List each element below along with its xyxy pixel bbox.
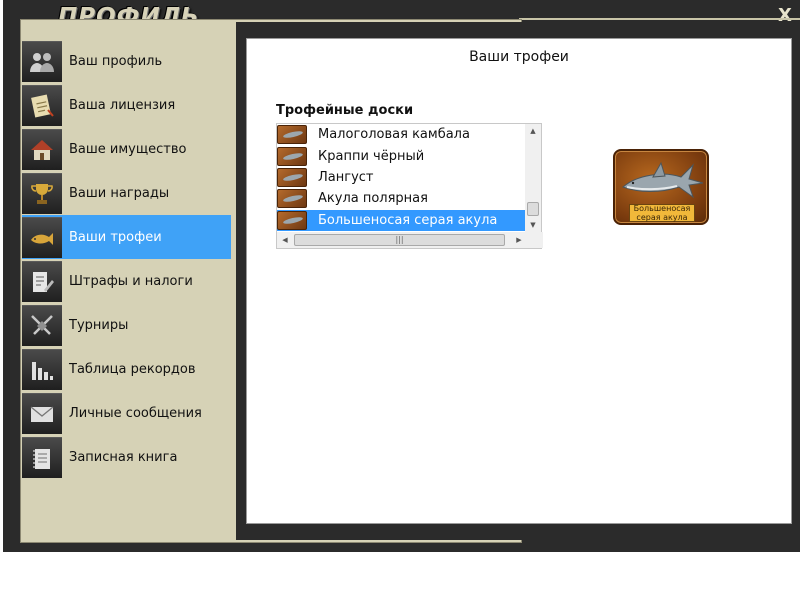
- menu-item-awards[interactable]: Ваши награды: [22, 171, 231, 215]
- envelope-icon: [22, 392, 62, 434]
- vertical-scrollbar[interactable]: ▲ ▼: [525, 124, 541, 232]
- trophy-thumbnail-icon: [277, 189, 307, 209]
- users-icon: [22, 40, 62, 82]
- menu-label: Ваши трофеи: [69, 229, 162, 245]
- scroll-up-icon[interactable]: ▲: [525, 124, 541, 138]
- menu-label: Личные сообщения: [69, 405, 202, 421]
- trophy-plaque-preview: Большеносая серая акула: [613, 149, 709, 225]
- menu-label: Ваше имущество: [69, 141, 187, 157]
- scrollbar-corner: [527, 232, 543, 248]
- notebook-icon: [22, 436, 62, 478]
- list-item-label: Лангуст: [318, 169, 374, 185]
- list-item-label: Акула полярная: [318, 191, 428, 207]
- menu-item-tournaments[interactable]: Турниры: [22, 303, 231, 347]
- trophy-thumbnail-icon: [277, 125, 307, 145]
- menu-label: Таблица рекордов: [69, 361, 196, 377]
- license-icon: [22, 84, 62, 126]
- list-item-label: Малоголовая камбала: [318, 127, 470, 143]
- trophy-boards-title: Трофейные доски: [276, 103, 414, 118]
- menu-item-property[interactable]: Ваше имущество: [22, 127, 231, 171]
- list-item-label: Большеносая серая акула: [318, 212, 498, 228]
- list-item[interactable]: Акула полярная: [277, 188, 527, 209]
- trophies-content: Ваши трофеи Трофейные доски Малоголовая …: [246, 38, 792, 524]
- menu-item-profile[interactable]: Ваш профиль: [22, 39, 231, 83]
- menu-label: Ваша лицензия: [69, 97, 176, 113]
- menu-item-records[interactable]: Таблица рекордов: [22, 347, 231, 391]
- trophy-thumbnail-icon: [277, 167, 307, 187]
- menu-item-license[interactable]: Ваша лицензия: [22, 83, 231, 127]
- menu-label: Записная книга: [69, 449, 178, 465]
- crossed-swords-icon: [22, 304, 62, 346]
- horizontal-scrollbar[interactable]: ◀ ||| ▶: [277, 232, 543, 248]
- frame-divider: [519, 18, 800, 20]
- list-item[interactable]: Краппи чёрный: [277, 145, 527, 166]
- trophy-cup-icon: [22, 172, 62, 214]
- trophy-thumbnail-icon: [277, 210, 307, 230]
- fish-trophy-icon: [22, 216, 62, 258]
- trophy-thumbnail-icon: [277, 146, 307, 166]
- menu-item-messages[interactable]: Личные сообщения: [22, 391, 231, 435]
- menu-item-trophies[interactable]: Ваши трофеи: [22, 215, 231, 259]
- list-item[interactable]: Малоголовая камбала: [277, 124, 527, 145]
- scroll-left-icon[interactable]: ◀: [277, 232, 293, 248]
- menu-label: Турниры: [69, 317, 129, 333]
- shark-icon: [622, 161, 704, 199]
- plaque-label: Большеносая серая акула: [629, 204, 695, 222]
- bar-chart-icon: [22, 348, 62, 390]
- scroll-thumb-horizontal[interactable]: |||: [294, 234, 505, 246]
- menu-item-notebook[interactable]: Записная книга: [22, 435, 231, 479]
- scroll-thumb[interactable]: [527, 202, 539, 216]
- document-pen-icon: [22, 260, 62, 302]
- page-title: Ваши трофеи: [469, 49, 569, 65]
- plaque-label-line: серая акула: [636, 212, 688, 222]
- scroll-down-icon[interactable]: ▼: [525, 218, 541, 232]
- list-item-selected[interactable]: Большеносая серая акула: [277, 209, 527, 231]
- list-item-label: Краппи чёрный: [318, 148, 425, 164]
- trophy-listbox[interactable]: Малоголовая камбала Краппи чёрный Лангус…: [276, 123, 543, 249]
- list-item[interactable]: Лангуст: [277, 167, 527, 188]
- house-icon: [22, 128, 62, 170]
- trophy-list: Малоголовая камбала Краппи чёрный Лангус…: [277, 124, 527, 232]
- menu-label: Ваш профиль: [69, 53, 163, 69]
- scroll-right-icon[interactable]: ▶: [511, 232, 527, 248]
- menu-item-fines[interactable]: Штрафы и налоги: [22, 259, 231, 303]
- sidebar-menu: Ваш профиль Ваша лицензия Ваше имущество…: [22, 39, 232, 479]
- menu-label: Штрафы и налоги: [69, 273, 193, 289]
- menu-label: Ваши награды: [69, 185, 170, 201]
